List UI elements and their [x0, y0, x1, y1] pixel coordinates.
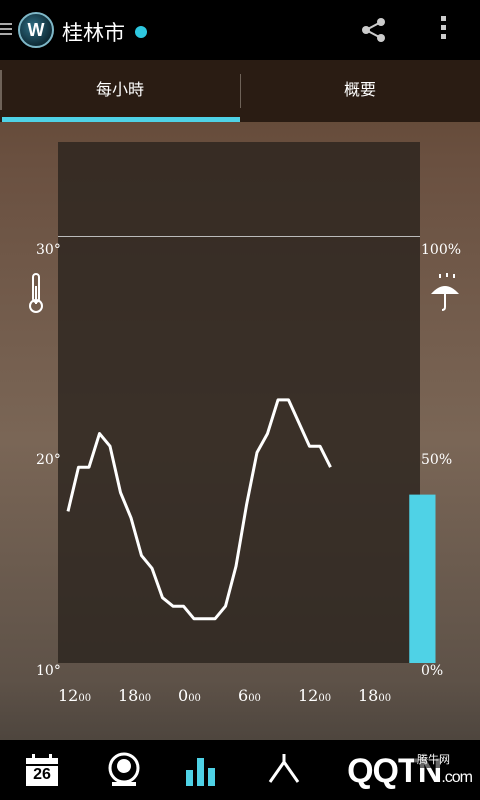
x-axis-tick: 1200 — [298, 686, 332, 705]
share-icon[interactable] — [360, 16, 388, 44]
x-axis-tick: 1800 — [118, 686, 152, 705]
watermark-badge: 腾牛网 — [414, 750, 453, 768]
x-axis-tick: 1200 — [58, 686, 92, 705]
left-axis-tick-10: 10° — [36, 663, 61, 679]
tab-left-edge — [0, 70, 2, 110]
left-axis-tick-20: 20° — [36, 452, 61, 468]
overflow-menu-icon[interactable] — [441, 16, 449, 44]
current-weather-icon[interactable] — [102, 748, 146, 792]
chart-panel — [58, 142, 420, 663]
tab-summary[interactable]: 概要 — [240, 60, 480, 122]
thermometer-icon — [29, 273, 43, 313]
right-axis-tick-50: 50% — [421, 452, 453, 468]
left-axis-tick-30: 30° — [36, 242, 61, 258]
watermark-logo: QQTN.com — [347, 752, 473, 790]
calendar-icon[interactable]: 26 — [20, 748, 64, 792]
tab-selected-indicator — [2, 117, 240, 122]
right-axis-tick-100: 100% — [421, 242, 462, 258]
forecast-max-line — [58, 236, 420, 237]
tab-hourly[interactable]: 每小時 — [0, 60, 240, 122]
x-axis-tick: 600 — [238, 686, 261, 705]
x-axis-tick: 1800 — [358, 686, 392, 705]
city-title[interactable]: 桂林市 — [62, 17, 125, 47]
radar-icon[interactable] — [262, 748, 306, 792]
hourly-chart-icon[interactable] — [180, 748, 224, 792]
top-app-bar: W 桂林市 — [0, 0, 480, 60]
hamburger-icon[interactable] — [0, 20, 12, 40]
umbrella-rain-icon — [431, 273, 459, 311]
right-axis-tick-0: 0% — [421, 663, 444, 679]
tab-bar: 每小時 概要 — [0, 60, 480, 122]
app-logo-icon[interactable]: W — [18, 12, 54, 48]
calendar-day-label: 26 — [33, 766, 51, 783]
x-axis-tick: 000 — [178, 686, 201, 705]
location-status-dot — [135, 26, 147, 38]
